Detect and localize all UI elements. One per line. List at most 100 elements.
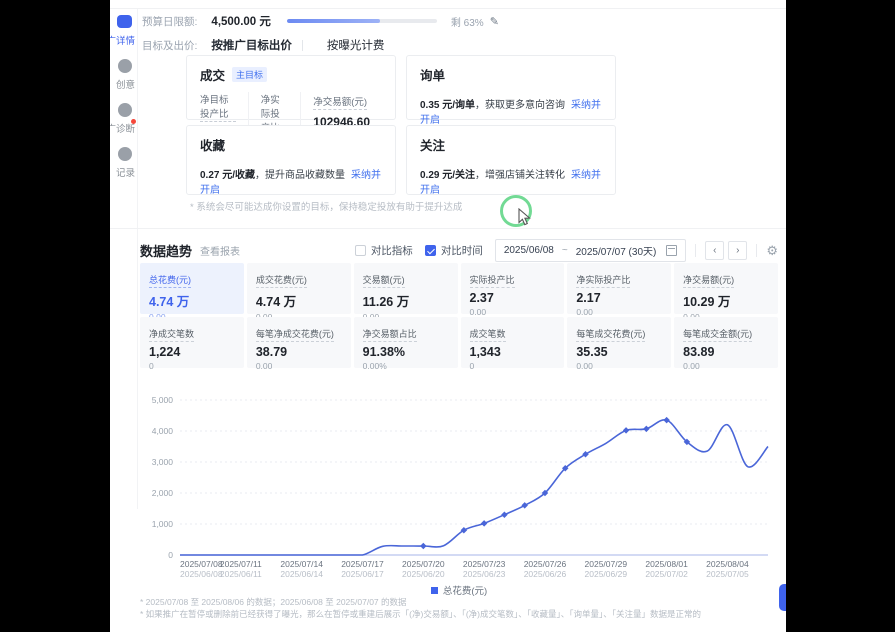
sidebar-item-label: 广详情 <box>110 33 135 47</box>
trend-header: 数据趋势 查看报表 对比指标 对比时间 2025/06/08 ~ 2025/07… <box>140 239 778 262</box>
series-line-总花费(元) <box>180 420 768 555</box>
metric-card-净成交笔数[interactable]: 净成交笔数1,2240 <box>140 317 244 368</box>
view-report-link[interactable]: 查看报表 <box>200 243 240 258</box>
bidding-row: 目标及出价: 按推广目标出价 按曝光计费 <box>142 37 384 53</box>
x-axis-tick-label-compare: 2025/06/11 <box>220 569 262 579</box>
data-point-marker[interactable] <box>420 543 427 550</box>
x-axis-tick-label-compare: 2025/07/05 <box>706 569 749 579</box>
sidebar-item-广诊断[interactable]: 广诊断 <box>110 97 137 141</box>
x-axis-tick-label-compare: 2025/06/26 <box>524 569 567 579</box>
metric-compare-value: 0.00 <box>470 307 556 317</box>
mini-sidebar: 广详情创意广诊断记录 <box>110 9 138 509</box>
budget-value: 4,500.00 元 <box>211 13 270 29</box>
data-point-marker[interactable] <box>501 511 508 518</box>
data-point-marker[interactable] <box>481 520 488 527</box>
favorite-price: 0.27 元/收藏 <box>200 170 255 181</box>
notification-dot <box>131 119 136 124</box>
footnotes: * 2025/07/08 至 2025/08/06 的数据；2025/06/08… <box>140 596 780 621</box>
x-axis-tick-label-compare: 2025/06/14 <box>280 569 323 579</box>
x-axis-tick-label-current: 2025/07/20 <box>402 559 445 569</box>
prev-period-button[interactable]: ‹ <box>705 241 724 260</box>
goal-card-title: 收藏 <box>200 135 225 154</box>
metric-card-交易额(元)[interactable]: 交易额(元)11.26 万0.00 <box>354 263 458 314</box>
date-range-separator: ~ <box>562 245 568 256</box>
chart-legend[interactable]: 总花费(元) <box>140 583 778 597</box>
sidebar-item-label: 创意 <box>116 77 135 91</box>
deal-metric-label: 净目标投产比 <box>200 92 236 122</box>
y-axis-tick-label: 0 <box>168 550 173 560</box>
data-point-marker[interactable] <box>663 417 670 424</box>
trend-line-chart[interactable]: 01,0002,0003,0004,0005,0002025/07/082025… <box>140 378 778 580</box>
metric-value: 2.17 <box>576 291 662 305</box>
metric-value: 1,224 <box>149 345 235 359</box>
sidebar-item-label: 记录 <box>116 165 135 179</box>
goal-card-follow[interactable]: 关注 0.29 元/关注，增强店铺关注转化采纳并开启 <box>406 125 616 195</box>
next-period-button[interactable]: › <box>728 241 747 260</box>
sidebar-item-创意[interactable]: 创意 <box>110 53 137 97</box>
metric-label: 每笔成交花费(元) <box>576 327 645 342</box>
metric-value: 11.26 万 <box>363 291 449 310</box>
data-point-marker[interactable] <box>521 502 528 509</box>
sidebar-item-记录[interactable]: 记录 <box>110 141 137 185</box>
budget-edit-icon[interactable]: ✎ <box>490 15 499 28</box>
control-divider <box>695 244 696 257</box>
side-drawer-handle[interactable] <box>779 584 786 611</box>
x-axis-tick-label-current: 2025/07/14 <box>280 559 323 569</box>
x-axis-tick-label-current: 2025/07/08 <box>180 559 223 569</box>
inquiry-desc: ，获取更多意向咨询 <box>475 100 565 111</box>
metric-label: 总花费(元) <box>149 273 191 288</box>
x-axis-tick-label-current: 2025/07/17 <box>341 559 384 569</box>
x-axis-tick-label-compare: 2025/06/17 <box>341 569 384 579</box>
metric-card-总花费(元)[interactable]: 总花费(元)4.74 万0.00 <box>140 263 244 314</box>
metric-card-每笔成交花费(元)[interactable]: 每笔成交花费(元)35.350.00 <box>567 317 671 368</box>
metric-card-成交花费(元)[interactable]: 成交花费(元)4.74 万0.00 <box>247 263 351 314</box>
x-axis-tick-label-compare: 2025/07/02 <box>645 569 688 579</box>
inquiry-price: 0.35 元/询单 <box>420 100 475 111</box>
metric-value: 35.35 <box>576 345 662 359</box>
metric-card-净交易额(元)[interactable]: 净交易额(元)10.29 万0.00 <box>674 263 778 314</box>
tab-divider <box>302 40 303 51</box>
compare-time-checkbox[interactable] <box>425 245 436 256</box>
metric-card-成交笔数[interactable]: 成交笔数1,3430 <box>461 317 565 368</box>
control-divider <box>756 244 757 257</box>
calendar-icon <box>666 245 677 256</box>
compare-metric-checkbox[interactable] <box>355 245 366 256</box>
budget-progress-fill <box>287 19 380 23</box>
x-axis-tick-label-current: 2025/07/26 <box>524 559 567 569</box>
date-range-picker[interactable]: 2025/06/08 ~ 2025/07/07 (30天) <box>495 239 687 262</box>
y-axis-tick-label: 5,000 <box>152 395 174 405</box>
metric-card-净实际投产比[interactable]: 净实际投产比2.170.00 <box>567 263 671 314</box>
metric-card-实际投产比[interactable]: 实际投产比2.370.00 <box>461 263 565 314</box>
footnote-date-range: * 2025/07/08 至 2025/08/06 的数据；2025/06/08… <box>140 596 780 608</box>
metric-value: 2.37 <box>470 291 556 305</box>
metric-card-每笔净成交花费(元)[interactable]: 每笔净成交花费(元)38.790.00 <box>247 317 351 368</box>
page-root: { "sidebar": { "items": [ {"label": "广详情… <box>0 0 895 632</box>
date-range-end: 2025/07/07 (30天) <box>576 243 657 258</box>
goal-card-favorite[interactable]: 收藏 0.27 元/收藏，提升商品收藏数量采纳并开启 <box>186 125 396 195</box>
sidebar-item-广详情[interactable]: 广详情 <box>110 9 137 53</box>
metric-card-净交易额占比[interactable]: 净交易额占比91.38%0.00% <box>354 317 458 368</box>
tab-bid-by-impression[interactable]: 按曝光计费 <box>327 37 385 53</box>
date-range-start: 2025/06/08 <box>504 245 554 256</box>
data-point-marker[interactable] <box>643 426 650 433</box>
follow-desc: ，增强店铺关注转化 <box>475 170 565 181</box>
primary-goal-badge: 主目标 <box>232 67 267 82</box>
metric-compare-value: 0.00 <box>256 361 342 371</box>
y-axis-tick-label: 2,000 <box>152 488 174 498</box>
y-axis-tick-label: 1,000 <box>152 519 174 529</box>
bidding-label: 目标及出价: <box>142 38 197 53</box>
legend-label: 总花费(元) <box>443 583 487 597</box>
settings-gear-icon[interactable]: ⚙ <box>766 243 778 259</box>
goal-card-deal[interactable]: 成交 主目标 净目标投产比i2.45✎净实际投产比2.17净交易额(元)1029… <box>186 55 396 120</box>
tab-bid-by-goal[interactable]: 按推广目标出价 <box>211 37 292 53</box>
x-axis-tick-label-current: 2025/07/29 <box>585 559 628 569</box>
top-divider <box>110 8 786 9</box>
metric-label: 成交花费(元) <box>256 273 307 288</box>
chart-canvas: 01,0002,0003,0004,0005,0002025/07/082025… <box>140 378 778 580</box>
footnote-data-explain: * 如果推广在暂停或删除前已经获得了曝光，那么在暂停或重建后展示「(净)交易额」… <box>140 608 780 620</box>
data-point-marker[interactable] <box>623 427 630 434</box>
metric-card-每笔成交金额(元)[interactable]: 每笔成交金额(元)83.890.00 <box>674 317 778 368</box>
goal-card-inquiry[interactable]: 询单 0.35 元/询单，获取更多意向咨询采纳并开启 <box>406 55 616 120</box>
main-panel: 广详情创意广诊断记录 预算日限额: 4,500.00 元 剩 63% ✎ 目标及… <box>110 0 786 632</box>
metric-label: 成交笔数 <box>470 327 506 342</box>
